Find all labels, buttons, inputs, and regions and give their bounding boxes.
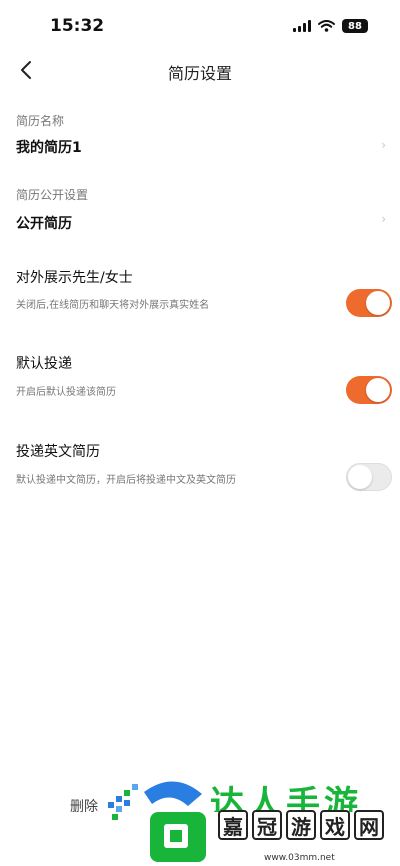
english-resume-toggle[interactable] [346,463,392,491]
cellular-signal-icon [293,20,311,32]
toggle-knob [366,291,390,315]
watermark-brand: 嘉 冠 游 戏 网 [218,810,384,840]
resume-name-value: 我的简历1 [16,140,82,156]
watermark-char: 冠 [252,810,282,840]
watermark: 达人手游 嘉 冠 游 戏 网 www.03mm.net [100,760,400,866]
show-title-toggle-desc: 关闭后,在线简历和聊天将对外展示真实姓名 [16,300,210,311]
resume-name-label: 简历名称 [16,114,65,128]
wifi-icon [318,20,335,32]
resume-public-row[interactable]: 简历公开设置 公开简历 › [0,178,400,232]
watermark-url: www.03mm.net [264,853,335,863]
page-title: 简历设置 [167,64,232,83]
resume-public-value: 公开简历 [16,216,72,232]
english-resume-toggle-desc: 默认投递中文简历，开启后将投递中文及英文简历 [16,475,236,486]
toggle-knob [348,465,372,489]
chevron-right-icon: › [381,212,386,226]
watermark-char: 戏 [320,810,350,840]
show-title-toggle[interactable] [346,289,392,317]
watermark-char: 嘉 [218,810,248,840]
toggle-knob [366,378,390,402]
battery-icon: 88 [342,19,368,33]
default-deliver-toggle-label: 默认投递 [16,356,72,372]
watermark-char: 网 [354,810,384,840]
watermark-top-text: 达人手游 [210,784,362,812]
default-deliver-toggle-desc: 开启后默认投递该简历 [16,387,116,398]
chevron-right-icon: › [381,138,386,152]
show-title-toggle-label: 对外展示先生/女士 [16,270,133,286]
delete-button[interactable]: 删除 [70,796,98,816]
watermark-logo [108,781,206,862]
status-bar: 15:32 88 [0,0,400,50]
resume-public-label: 简历公开设置 [16,188,89,202]
resume-name-row[interactable]: 简历名称 我的简历1 › [0,104,400,156]
english-resume-toggle-label: 投递英文简历 [16,444,100,460]
default-deliver-toggle[interactable] [346,376,392,404]
status-icons: 88 [293,19,368,33]
nav-bar: 简历设置 [0,50,400,92]
watermark-char: 游 [286,810,316,840]
status-time: 15:32 [50,16,105,36]
